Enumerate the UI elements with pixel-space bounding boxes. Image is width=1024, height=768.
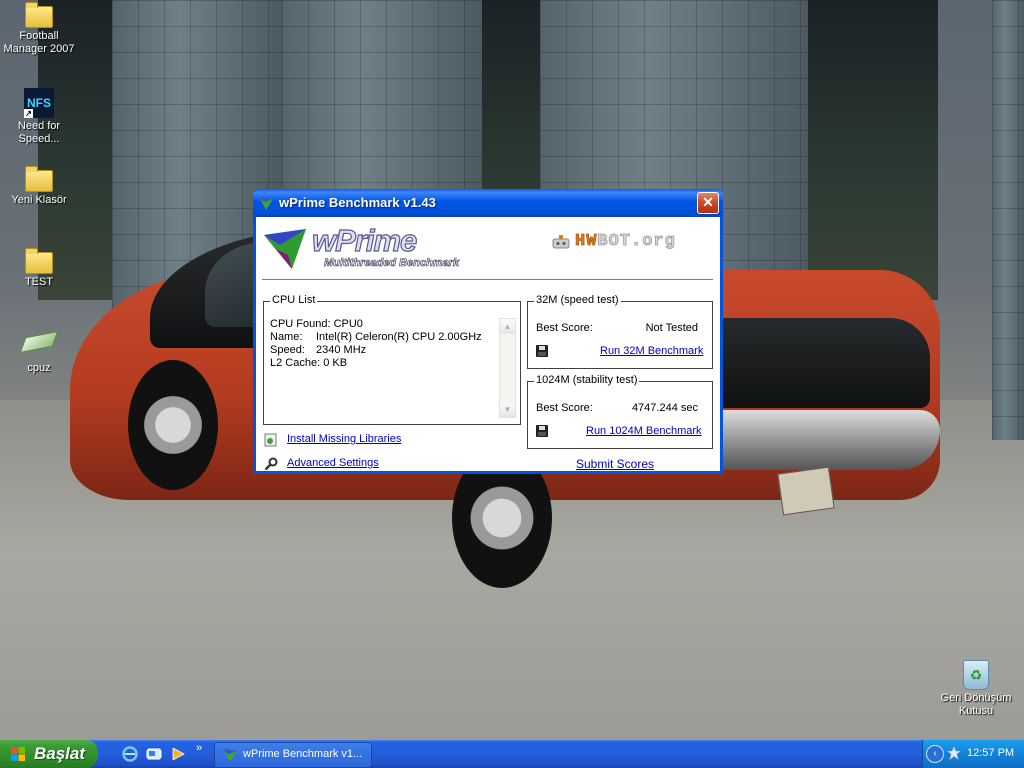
desktop-icon-label: Yeni Klasör: [11, 194, 67, 206]
taskbar-clock: 12:57 PM: [967, 747, 1015, 759]
hwbot-text-a: HW: [575, 232, 598, 252]
close-button[interactable]: ✕: [697, 192, 719, 214]
cpu-found: CPU Found: CPU0: [270, 318, 363, 330]
stability-best-label: Best Score:: [536, 402, 593, 414]
taskbar-item-wprime[interactable]: wPrime Benchmark v1...: [214, 742, 372, 768]
hwbot-logo: HWBOT.org: [551, 231, 711, 253]
cpu-list-group: CPU List CPU Found: CPU0 Name: Intel(R) C…: [263, 294, 521, 425]
wallpaper-pillar: [992, 0, 1024, 440]
tray-expand-button[interactable]: ‹: [926, 745, 944, 763]
folder-icon: [25, 2, 53, 28]
scroll-down-button[interactable]: ▼: [500, 402, 515, 417]
window-client: wPrime Multithreaded Benchmark HWBOT.org…: [256, 217, 720, 471]
taskbar-item-label: wPrime Benchmark v1...: [243, 748, 363, 760]
cpu-speed-key: Speed:: [270, 344, 305, 356]
advanced-settings-link[interactable]: Advanced Settings: [287, 457, 379, 469]
window-titlebar[interactable]: wPrime Benchmark v1.43 ✕: [253, 189, 723, 217]
desktop-icon-label: Need for Speed...: [17, 120, 61, 145]
hwbot-text-b: BOT.org: [597, 232, 676, 252]
floppy-disk-icon: [536, 425, 548, 437]
logo-wordmark: wPrime: [311, 222, 417, 258]
cpu-list-box[interactable]: CPU Found: CPU0 Name: Intel(R) Celeron(R)…: [270, 318, 494, 418]
car-plate: [777, 466, 835, 516]
folder-icon: [25, 248, 53, 274]
car-wheel: [128, 360, 218, 490]
cpu-name-value: Intel(R) Celeron(R) CPU 2.00GHz: [316, 331, 482, 343]
desktop-icon-cpuz[interactable]: cpuz: [1, 331, 77, 375]
desktop-icon-label: TEST: [24, 276, 54, 288]
cpu-list-scrollbar[interactable]: ▲ ▼: [499, 318, 516, 418]
run-32m-button[interactable]: Run 32M Benchmark: [600, 345, 703, 357]
desktop-icon-label: Football Manager 2007: [3, 30, 75, 55]
system-tray: ‹ 12:57 PM: [922, 740, 1024, 768]
desktop-icon-need-for-speed[interactable]: NFS ↗ Need for Speed...: [1, 88, 77, 146]
install-icon: [264, 433, 277, 447]
hwbot-icon: [552, 235, 570, 249]
cpuz-icon: [19, 331, 59, 353]
wrench-icon: [264, 457, 278, 471]
start-button[interactable]: Başlat: [0, 740, 98, 768]
cpu-list-title: CPU List: [270, 294, 318, 306]
wprime-window: wPrime Benchmark v1.43 ✕ wPrime Multithr…: [253, 189, 723, 474]
cpu-speed-value: 2340 MHz: [316, 344, 367, 356]
taskbar: Başlat » wPrime Benchmark v1... ‹ 12:57 …: [0, 740, 1024, 768]
window-title: wPrime Benchmark v1.43: [279, 195, 436, 210]
logo-subtitle: Multithreaded Benchmark: [324, 257, 460, 270]
cpu-cache: L2 Cache: 0 KB: [270, 357, 348, 369]
nfs-shortcut-icon: NFS ↗: [24, 88, 54, 118]
floppy-disk-icon: [536, 345, 548, 357]
show-desktop-icon[interactable]: [146, 746, 162, 762]
install-libraries-link[interactable]: Install Missing Libraries: [287, 433, 401, 445]
quicklaunch-more-button[interactable]: »: [196, 742, 202, 754]
wprime-logo-icon: [264, 229, 306, 269]
tray-network-icon[interactable]: [946, 745, 962, 761]
wprime-icon: [223, 749, 237, 762]
cpu-name-key: Name:: [270, 331, 303, 343]
ie-icon[interactable]: [122, 746, 138, 762]
desktop-icon-test[interactable]: TEST: [1, 248, 77, 289]
start-label: Başlat: [34, 744, 86, 763]
desktop-icon-yeni-klasor[interactable]: Yeni Klasör: [1, 166, 77, 207]
desktop-icon-recycle-bin[interactable]: ♻ Geri Dönüşüm Kutusu: [936, 660, 1016, 718]
desktop-icon-label: cpuz: [27, 362, 51, 374]
stability-best-value: 4747.244 sec: [631, 402, 698, 414]
stability-test-group: 1024M (stability test) Best Score: 4747.…: [527, 374, 713, 449]
desktop-icon-football-manager[interactable]: Football Manager 2007: [1, 2, 77, 56]
folder-icon: [25, 166, 53, 192]
media-icon[interactable]: [170, 746, 186, 762]
speed-test-title: 32M (speed test): [534, 294, 621, 306]
speed-test-group: 32M (speed test) Best Score: Not Tested …: [527, 294, 713, 369]
speed-best-label: Best Score:: [536, 322, 593, 334]
recycle-bin-icon: ♻: [963, 660, 989, 690]
submit-scores-link[interactable]: Submit Scores: [576, 457, 654, 471]
logo-divider: [262, 279, 713, 281]
wallpaper-glass: [808, 0, 938, 300]
scroll-up-button[interactable]: ▲: [500, 319, 515, 334]
run-1024m-button[interactable]: Run 1024M Benchmark: [586, 425, 702, 437]
speed-best-value: Not Tested: [645, 322, 698, 334]
desktop-icon-label: Geri Dönüşüm Kutusu: [940, 692, 1012, 717]
windows-flag-icon: [11, 747, 25, 761]
stability-test-title: 1024M (stability test): [534, 374, 640, 386]
wprime-logo: wPrime Multithreaded Benchmark: [262, 222, 482, 273]
wprime-icon: [259, 197, 273, 210]
